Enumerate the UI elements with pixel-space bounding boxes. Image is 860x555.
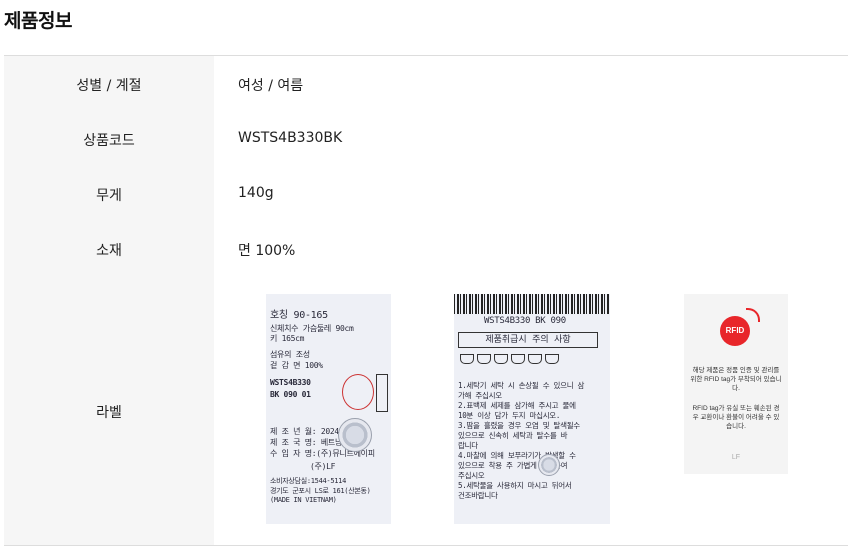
red-stamp-icon (342, 374, 374, 410)
button-seal-icon (338, 418, 372, 452)
care-line: 건조바랍니다 (458, 491, 498, 500)
signal-wave-icon (746, 308, 760, 322)
label-text: BK 090 01 (270, 390, 311, 399)
row-value-material: 면 100% (238, 243, 296, 259)
barcode-icon (454, 294, 610, 314)
care-box-title: 제품취급시 주의 사항 (458, 332, 598, 348)
bottom-divider (4, 545, 848, 546)
row-value-gender-season: 여성 / 여름 (238, 78, 304, 94)
label-text: WSTS4B330 (270, 378, 311, 387)
dry-clean-icon (511, 354, 525, 364)
label-text: 섬유의 조성 (270, 350, 310, 359)
row-label-gender-season: 성별 / 계절 (76, 78, 142, 94)
rfid-warning-text: RFID tag가 유실 또는 훼손된 경우 교환이나 환불이 어려울 수 있습… (692, 405, 780, 430)
label-text: 경기도 군포시 LS로 161(산본동) (270, 487, 371, 495)
label-text: 겉 감 면 100% (270, 361, 323, 370)
row-label-label: 라벨 (96, 405, 122, 421)
button-seal-icon (538, 454, 560, 476)
lf-logo: LF (731, 454, 741, 461)
rfid-notice-text: 해당 제품은 정품 인증 및 관리를 위한 RFID tag가 부착되어 있습니… (690, 367, 782, 392)
row-label-material: 소재 (96, 243, 122, 259)
wash-icon (460, 354, 474, 364)
label-text: 소비자상담실:1544-5114 (270, 477, 346, 485)
label-text: (MADE IN VIETNAM) (270, 496, 337, 504)
bleach-icon (477, 354, 491, 364)
rfid-icon: RFID (720, 316, 750, 346)
wring-icon (545, 354, 559, 364)
size-label-image: 호칭 90-165 신체치수 가슴둘레 90cm 키 165cm 섬유의 조성 … (266, 294, 391, 524)
inspection-box (376, 374, 388, 412)
care-label-image: WSTS4B330 BK 090 제품취급시 주의 사항 1.세탁기 세탁 시 … (454, 294, 610, 524)
label-text: 제 조 국 명: 베트남 (270, 438, 343, 447)
care-symbols (460, 354, 559, 364)
row-value-weight: 140g (238, 185, 274, 201)
row-label-weight: 무게 (96, 188, 122, 204)
dry-icon (528, 354, 542, 364)
label-text: 키 165cm (270, 334, 305, 343)
label-text: (주)LF (310, 462, 336, 471)
page-title: 제품정보 (4, 10, 72, 32)
row-value-product-code: WSTS4B330BK (238, 130, 343, 146)
label-code: WSTS4B330 BK 090 (484, 316, 566, 326)
label-text: 호칭 90-165 (270, 310, 328, 321)
iron-icon (494, 354, 508, 364)
row-label-product-code: 상품코드 (83, 133, 135, 149)
rfid-card-image: RFID 해당 제품은 정품 인증 및 관리를 위한 RFID tag가 부착되… (684, 294, 788, 474)
